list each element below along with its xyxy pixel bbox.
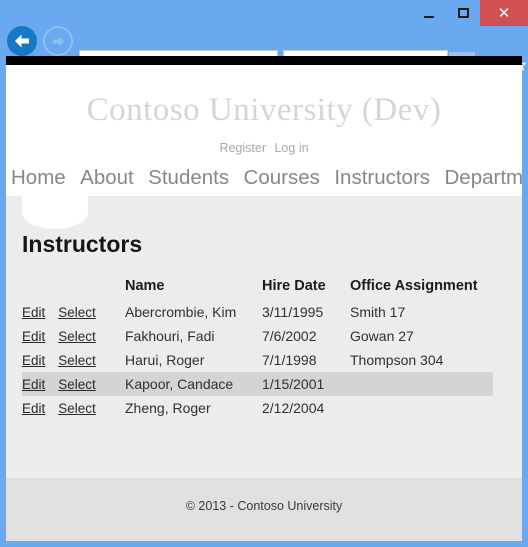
row-actions: Edit Select xyxy=(22,300,125,324)
column-header-name: Name xyxy=(125,278,165,294)
minimize-button[interactable] xyxy=(412,0,446,26)
nav-item-home[interactable]: Home xyxy=(11,166,66,189)
maximize-icon xyxy=(457,8,469,18)
register-link[interactable]: Register xyxy=(219,141,266,155)
edit-link[interactable]: Edit xyxy=(22,329,45,344)
cell-name: Harui, Roger xyxy=(125,352,205,368)
back-button[interactable] xyxy=(7,26,37,56)
select-link[interactable]: Select xyxy=(58,377,96,392)
edit-link[interactable]: Edit xyxy=(22,401,45,416)
header-rounded-decoration xyxy=(22,196,88,229)
select-link[interactable]: Select xyxy=(58,353,96,368)
table-header-row: Name Hire Date Office Assignment xyxy=(22,276,493,300)
auth-links: Register Log in xyxy=(6,141,522,155)
cell-hire-date: 7/6/2002 xyxy=(262,328,317,344)
window-controls: ✕ xyxy=(412,0,528,26)
table-body: Edit Select Abercrombie, Kim 3/11/1995 Smith… xyxy=(22,300,493,420)
nav-item-about[interactable]: About xyxy=(80,166,134,189)
row-actions: Edit Select xyxy=(22,324,125,348)
edit-link[interactable]: Edit xyxy=(22,305,45,320)
browser-window: ✕ http://localhost:214 xyxy=(0,0,528,547)
nav-item-courses[interactable]: Courses xyxy=(244,166,320,189)
edit-link[interactable]: Edit xyxy=(22,353,45,368)
close-button[interactable]: ✕ xyxy=(480,0,528,26)
page-content: Instructors Name Hire Date Office Assign… xyxy=(22,231,493,420)
column-header-hire-date: Hire Date xyxy=(262,278,326,294)
table-row[interactable]: Edit Select Harui, Roger 7/1/1998 Thompson 3… xyxy=(22,348,493,372)
login-link[interactable]: Log in xyxy=(274,141,308,155)
nav-item-students[interactable]: Students xyxy=(148,166,229,189)
cell-office xyxy=(350,372,493,396)
row-actions: Edit Select xyxy=(22,372,125,396)
table-row[interactable]: Edit Select Zheng, Roger 2/12/2004 xyxy=(22,396,493,420)
row-actions: Edit Select xyxy=(22,396,125,420)
browser-toolbar: http://localhost:214 ▼ xyxy=(0,24,528,80)
footer-copyright: © 2013 - Contoso University xyxy=(185,499,343,513)
cell-office xyxy=(350,396,493,420)
page-viewport: Contoso University (Dev) Register Log in… xyxy=(6,56,522,541)
cell-name: Fakhouri, Fadi xyxy=(125,328,215,344)
table-row[interactable]: Edit Select Fakhouri, Fadi 7/6/2002 Gowan 27 xyxy=(22,324,493,348)
cell-hire-date: 1/15/2001 xyxy=(262,376,325,392)
site-footer: © 2013 - Contoso University xyxy=(6,478,522,541)
forward-button[interactable] xyxy=(43,26,73,56)
page-title: Instructors xyxy=(22,231,143,257)
maximize-button[interactable] xyxy=(446,0,480,26)
cell-hire-date: 7/1/1998 xyxy=(262,352,317,368)
instructors-table: Name Hire Date Office Assignment Edit Sel… xyxy=(22,276,493,420)
cell-office: Gowan 27 xyxy=(350,328,414,344)
site-brand: Contoso University (Dev) xyxy=(86,92,442,128)
cell-office: Thompson 304 xyxy=(350,352,444,368)
select-link[interactable]: Select xyxy=(58,329,96,344)
table-header: Name Hire Date Office Assignment xyxy=(22,276,493,300)
nav-item-instructors[interactable]: Instructors xyxy=(334,166,430,189)
top-black-bar xyxy=(6,56,522,65)
cell-office: Smith 17 xyxy=(350,304,406,320)
edit-link[interactable]: Edit xyxy=(22,377,45,392)
back-arrow-icon xyxy=(15,34,29,48)
cell-name: Abercrombie, Kim xyxy=(125,304,237,320)
cell-hire-date: 2/12/2004 xyxy=(262,400,325,416)
minimize-icon xyxy=(424,15,434,18)
column-header-office: Office Assignment xyxy=(350,278,478,294)
forward-arrow-icon xyxy=(52,35,64,47)
close-icon: ✕ xyxy=(497,4,511,22)
table-row[interactable]: Edit Select Kapoor, Candace 1/15/2001 xyxy=(22,372,493,396)
cell-name: Kapoor, Candace xyxy=(125,376,234,392)
select-link[interactable]: Select xyxy=(58,305,96,320)
select-link[interactable]: Select xyxy=(58,401,96,416)
cell-name: Zheng, Roger xyxy=(125,400,211,416)
column-header-actions xyxy=(22,276,125,300)
row-actions: Edit Select xyxy=(22,348,125,372)
title-bar: ✕ xyxy=(0,0,528,26)
table-row[interactable]: Edit Select Abercrombie, Kim 3/11/1995 Smith… xyxy=(22,300,493,324)
cell-hire-date: 3/11/1995 xyxy=(262,304,324,320)
nav-item-departments[interactable]: Departments xyxy=(445,166,523,189)
main-navigation: Home About Students Courses Instructors … xyxy=(6,166,522,190)
